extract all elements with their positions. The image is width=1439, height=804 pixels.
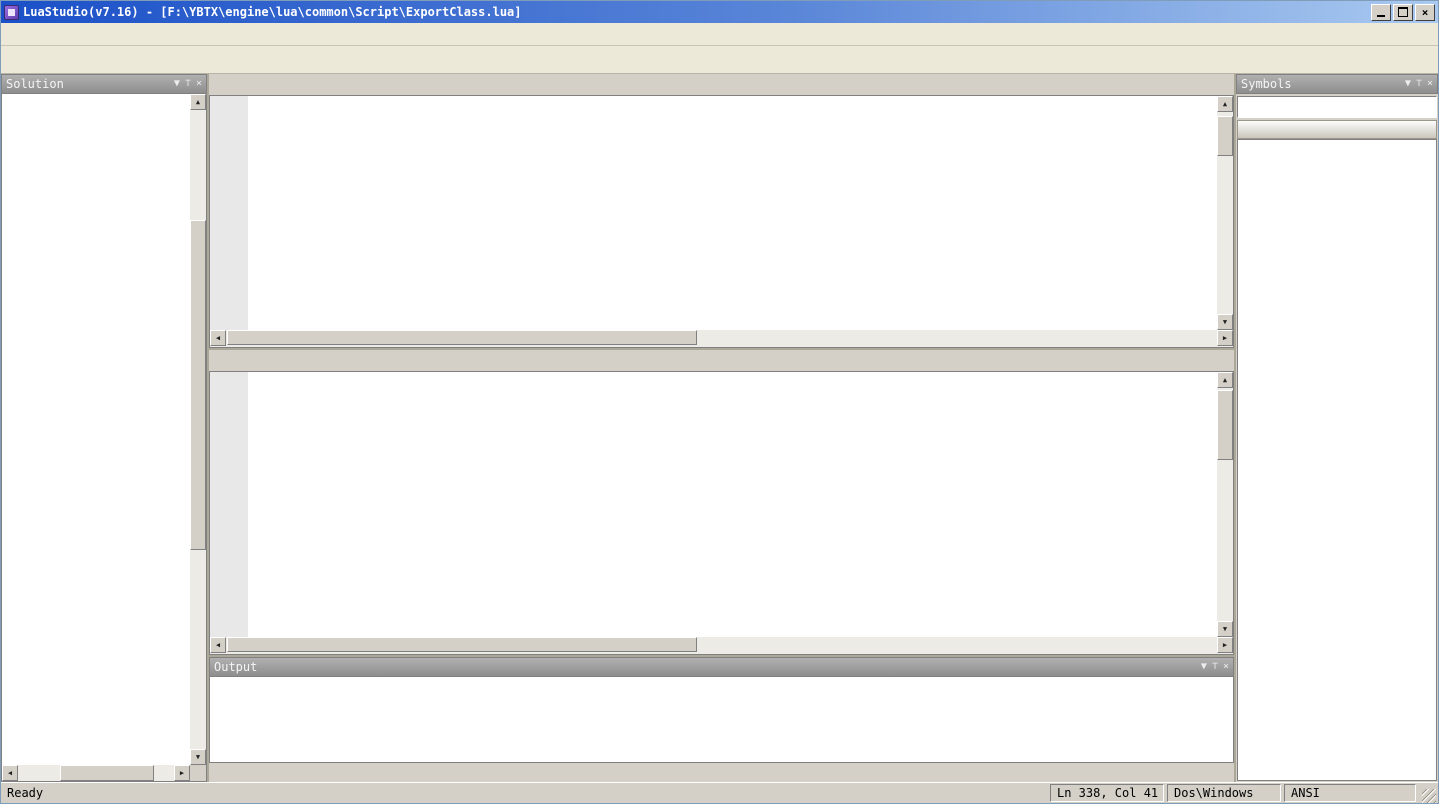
output-dropdown-icon[interactable]: ▼	[1201, 662, 1207, 672]
editor-group-top: ▲ ▼ ◀ ▶	[209, 74, 1234, 350]
scroll-up-icon[interactable]: ▲	[1217, 96, 1233, 112]
output-log	[209, 677, 1234, 763]
scroll-right-icon[interactable]: ▶	[1217, 330, 1233, 346]
solution-vertical-scrollbar[interactable]: ▲ ▼	[190, 94, 206, 765]
symbols-panel-title: Symbols	[1241, 77, 1292, 91]
scroll-thumb[interactable]	[60, 765, 154, 781]
scroll-left-icon[interactable]: ◀	[210, 330, 226, 346]
solution-close-icon[interactable]: ×	[196, 79, 202, 89]
scroll-thumb[interactable]	[1217, 116, 1233, 156]
output-panel: Output ▼ ⊤ ×	[209, 657, 1234, 763]
scroll-thumb[interactable]	[227, 330, 697, 345]
scroll-down-icon[interactable]: ▼	[1217, 621, 1233, 637]
maximize-button[interactable]	[1393, 4, 1413, 21]
solution-panel: Solution ▼ ⊤ × ▲ ▼ ◀ ▶	[1, 74, 209, 782]
symbols-close-icon[interactable]: ×	[1427, 79, 1433, 89]
status-bar: Ready Ln 338, Col 41 Dos\Windows ANSI	[1, 782, 1438, 803]
editor-vertical-scrollbar[interactable]: ▲ ▼	[1217, 372, 1233, 637]
app-icon	[4, 5, 19, 20]
window-title: LuaStudio(v7.16) - [F:\YBTX\engine\lua\c…	[23, 5, 522, 19]
solution-tree	[2, 94, 190, 765]
title-bar: LuaStudio(v7.16) - [F:\YBTX\engine\lua\c…	[1, 1, 1438, 23]
scroll-thumb[interactable]	[227, 637, 697, 652]
symbols-list	[1237, 139, 1437, 781]
editor-tab-bar	[209, 74, 1234, 95]
scroll-thumb[interactable]	[190, 220, 206, 550]
output-close-icon[interactable]: ×	[1223, 662, 1229, 672]
output-panel-title: Output	[214, 660, 257, 674]
close-button[interactable]: ×	[1415, 4, 1435, 21]
solution-horizontal-scrollbar[interactable]: ◀ ▶	[2, 765, 190, 781]
editor-tab-bar	[209, 350, 1234, 371]
symbols-search-input[interactable]	[1238, 97, 1436, 117]
app-window: LuaStudio(v7.16) - [F:\YBTX\engine\lua\c…	[0, 0, 1439, 804]
solution-dropdown-icon[interactable]: ▼	[174, 79, 180, 89]
scroll-right-icon[interactable]: ▶	[1217, 637, 1233, 653]
status-encoding: ANSI	[1284, 784, 1416, 802]
status-cursor-position: Ln 338, Col 41	[1050, 784, 1164, 802]
scroll-up-icon[interactable]: ▲	[1217, 372, 1233, 388]
editor-vertical-scrollbar[interactable]: ▲ ▼	[1217, 96, 1233, 330]
symbols-panel: Symbols ▼ ⊤ ×	[1234, 74, 1438, 782]
symbols-pin-icon[interactable]: ⊤	[1416, 79, 1422, 89]
toolbar	[1, 46, 1438, 74]
scroll-left-icon[interactable]: ◀	[2, 765, 18, 781]
symbols-dropdown-icon[interactable]: ▼	[1405, 79, 1411, 89]
output-pin-icon[interactable]: ⊤	[1212, 662, 1218, 672]
editor-group-bottom: ▲ ▼ ◀ ▶	[209, 350, 1234, 657]
scroll-thumb[interactable]	[1217, 390, 1233, 460]
resize-grip[interactable]	[1422, 789, 1436, 803]
scroll-down-icon[interactable]: ▼	[190, 749, 206, 765]
solution-pin-icon[interactable]: ⊤	[185, 79, 191, 89]
editor-horizontal-scrollbar[interactable]: ◀ ▶	[209, 637, 1234, 655]
minimize-button[interactable]	[1371, 4, 1391, 21]
solution-panel-title: Solution	[6, 77, 64, 91]
scroll-left-icon[interactable]: ◀	[210, 637, 226, 653]
editor-area[interactable]: ▲ ▼	[209, 371, 1234, 637]
status-ready: Ready	[3, 786, 1047, 800]
scroll-right-icon[interactable]: ▶	[174, 765, 190, 781]
symbols-list-header[interactable]	[1237, 120, 1437, 139]
menu-bar	[1, 23, 1438, 46]
scroll-down-icon[interactable]: ▼	[1217, 314, 1233, 330]
status-line-ending: Dos\Windows	[1167, 784, 1281, 802]
editor-horizontal-scrollbar[interactable]: ◀ ▶	[209, 330, 1234, 348]
scroll-up-icon[interactable]: ▲	[190, 94, 206, 110]
editor-area[interactable]: ▲ ▼	[209, 95, 1234, 330]
